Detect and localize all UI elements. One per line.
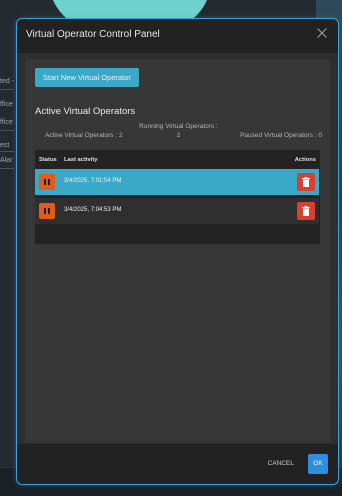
pause-bar	[48, 179, 50, 185]
ok-button[interactable]: OK	[308, 454, 328, 474]
column-header-actions: Actions	[294, 157, 316, 163]
pause-bar	[44, 179, 46, 185]
background-divider	[0, 130, 14, 131]
virtual-operator-dialog: Virtual Operator Control Panel Start New…	[16, 18, 339, 485]
background-list-item: ffice	[0, 101, 13, 108]
active-operators-count: Active Virtual Operators : 2	[45, 132, 123, 139]
close-icon[interactable]	[315, 27, 329, 41]
column-header-status: Status	[39, 157, 57, 163]
running-operators-label: Running Virtual Operators :	[139, 123, 218, 130]
last-activity-cell: 3/4/2025, 7:04:53 PM	[64, 207, 122, 213]
trash-icon[interactable]	[297, 173, 315, 191]
pause-icon[interactable]	[39, 203, 55, 219]
cancel-button[interactable]: CANCEL	[264, 454, 298, 474]
column-header-last-activity: Last activity	[64, 157, 98, 163]
table-row[interactable]: 3/4/2025, 7:01:54 PM	[35, 169, 319, 195]
close-icon-glyph	[317, 28, 327, 38]
background-list-item: ffice	[0, 119, 13, 126]
trash-icon-glyph	[302, 206, 310, 216]
pause-icon[interactable]	[39, 174, 55, 190]
background-list-item: ted -	[0, 78, 15, 85]
table-row[interactable]: 3/4/2025, 7:04:53 PM	[35, 198, 319, 224]
trash-icon-glyph	[302, 177, 310, 187]
paused-operators-count: Paused Virtual Operators : 0	[240, 132, 322, 139]
background-divider	[0, 168, 14, 169]
operators-table: Status Last activity Actions 3/4/2025, 7…	[35, 150, 320, 244]
section-title: Active Virtual Operators	[35, 106, 136, 117]
dialog-body: Start New Virtual Operator Active Virtua…	[25, 59, 330, 443]
start-new-operator-button[interactable]: Start New Virtual Operator	[35, 68, 139, 87]
dialog-footer: CANCEL OK	[17, 444, 338, 484]
background-list-item: Alar	[0, 157, 13, 164]
pause-bar	[48, 208, 50, 214]
dialog-title: Virtual Operator Control Panel	[26, 29, 160, 40]
trash-icon[interactable]	[297, 202, 315, 220]
running-operators-count: 2	[176, 132, 181, 139]
last-activity-cell: 3/4/2025, 7:01:54 PM	[64, 178, 122, 184]
background-list-item: est	[0, 142, 10, 149]
dialog-header: Virtual Operator Control Panel	[17, 19, 338, 53]
background-divider	[0, 151, 14, 152]
pause-bar	[44, 208, 46, 214]
background-divider	[0, 89, 14, 90]
